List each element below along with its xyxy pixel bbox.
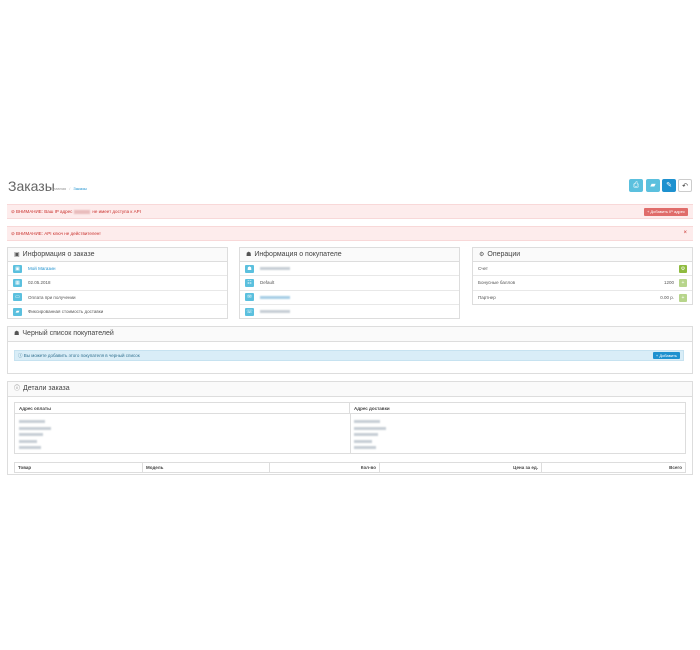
group-icon: ☷ <box>245 279 254 288</box>
customer-info-header: ☗ Информация о покупателе <box>240 248 459 262</box>
blacklist-info-text: ⓘ Вы можете добавить этого покупателя в … <box>18 353 140 358</box>
shipping-method-row: ▰ Фиксированная стоимость доставки <box>8 305 227 319</box>
cog-icon: ⚙ <box>479 252 485 258</box>
ip-warning-alert: ⊘ ВНИМАНИЕ: Ваш IP адрес не имеет доступа… <box>7 204 693 219</box>
address-divider <box>350 414 351 454</box>
print-icon: ⎙ <box>633 182 639 189</box>
breadcrumb-home[interactable]: Главная <box>51 186 66 191</box>
order-info-header: ▣ Информация о заказе <box>8 248 227 262</box>
envelope-icon: ✉ <box>245 293 254 302</box>
address-table: Адрес оплаты Адрес доставки <box>14 402 686 454</box>
order-details-title: Детали заказа <box>23 385 70 392</box>
breadcrumb-separator: / <box>69 186 71 191</box>
api-warning-alert: ⊘ ВНИМАНИЕ: API ключ не действителен! × <box>7 226 693 241</box>
page-title: Заказы <box>8 178 55 194</box>
generate-invoice-button[interactable]: ⚙ <box>679 265 687 273</box>
blacklist-title: Черный список покупателей <box>22 330 114 337</box>
customer-group: Default <box>260 280 275 286</box>
add-ip-button[interactable]: + Добавить IP адрес <box>643 208 688 216</box>
store-link[interactable]: Мой Магазин <box>28 266 55 271</box>
operations-title: Операции <box>487 251 521 258</box>
api-warning-text: ⊘ ВНИМАНИЕ: API ключ не действителен! <box>11 231 101 236</box>
phone-icon: ☏ <box>245 307 254 316</box>
calendar-icon: ▦ <box>13 279 22 288</box>
shipping-address-header: Адрес доставки <box>350 403 685 414</box>
shipping-address-redacted <box>354 420 386 453</box>
customer-name-row: ☗ <box>240 262 459 277</box>
reward-points-label: Бонусные баллов <box>478 280 516 286</box>
credit-card-icon: ▭ <box>13 293 22 302</box>
truck-icon: ▰ <box>13 307 22 316</box>
column-model: Модель <box>143 463 270 472</box>
info-circle-icon: ⓘ <box>14 386 21 392</box>
affiliate-label: Партнер <box>478 294 496 300</box>
add-reward-button[interactable]: + <box>679 279 687 288</box>
breadcrumb: Главная / Заказы <box>51 186 87 191</box>
customer-info-title: Информация о покупателе <box>254 251 342 258</box>
cart-icon: ▣ <box>14 252 20 258</box>
plus-icon: + <box>681 280 685 287</box>
operations-header: ⚙ Операции <box>473 248 692 262</box>
close-icon[interactable]: × <box>683 227 687 240</box>
shipping-method: Фиксированная стоимость доставки <box>28 308 104 314</box>
print-shipping-button[interactable]: ▰ <box>646 179 660 192</box>
column-unit-price: Цена за ед. <box>380 463 542 472</box>
payment-method-row: ▭ Оплата при получении <box>8 291 227 305</box>
print-invoice-button[interactable]: ⎙ <box>629 179 643 192</box>
edit-button[interactable]: ✎ <box>662 179 676 192</box>
blacklist-info: ⓘ Вы можете добавить этого покупателя в … <box>14 350 684 361</box>
customer-email-row: ✉ <box>240 291 459 305</box>
products-table-header: Товар Модель Кол-во Цена за ед. Всего <box>14 462 686 473</box>
blacklist-add-button[interactable]: + Добавить <box>652 352 680 359</box>
reply-icon: ↶ <box>682 183 688 190</box>
customer-phone-redacted <box>260 310 290 314</box>
pencil-icon: ✎ <box>666 182 672 189</box>
customer-name-redacted <box>260 267 290 271</box>
order-date: 02.05.2018 <box>28 280 51 286</box>
user-icon: ☗ <box>245 264 254 273</box>
order-info-title: Информация о заказе <box>22 251 95 258</box>
order-details-header: ⓘ Детали заказа <box>8 382 692 397</box>
customer-info-panel: ☗ Информация о покупателе ☗ ☷ Default ✉ ☏ <box>239 247 460 319</box>
user-plus-icon: ☗ <box>14 331 20 337</box>
truck-icon: ▰ <box>650 182 656 189</box>
customer-group-row: ☷ Default <box>240 276 459 291</box>
operations-panel: ⚙ Операции Счет ⚙ Бонусные баллов 1200 + Пар… <box>472 247 693 305</box>
reward-points-value: 1200 <box>663 280 674 286</box>
shopping-cart-icon: ▣ <box>13 264 22 273</box>
invoice-label: Счет <box>478 266 488 271</box>
affiliate-value: 0.00 р. <box>660 294 674 300</box>
ip-warning-prefix: ⊘ ВНИМАНИЕ: Ваш IP адрес <box>11 209 73 214</box>
back-button[interactable]: ↶ <box>678 179 692 192</box>
order-store-row: ▣ Мой Магазин <box>8 262 227 277</box>
column-quantity: Кол-во <box>270 463 380 472</box>
ip-address-redacted <box>74 209 91 214</box>
blacklist-header: ☗ Черный список покупателей <box>8 327 692 342</box>
customer-phone-row: ☏ <box>240 305 459 319</box>
cog-icon: ⚙ <box>680 266 686 272</box>
reward-points-row: Бонусные баллов 1200 + <box>473 276 692 291</box>
order-info-panel: ▣ Информация о заказе ▣ Мой Магазин ▦ 02.05… <box>7 247 228 319</box>
payment-method: Оплата при получении <box>28 294 76 300</box>
order-date-row: ▦ 02.05.2018 <box>8 276 227 291</box>
add-commission-button[interactable]: + <box>679 293 687 302</box>
breadcrumb-orders[interactable]: Заказы <box>73 186 86 191</box>
column-total: Всего <box>669 465 682 470</box>
affiliate-row: Партнер 0.00 р. + <box>473 291 692 305</box>
user-icon: ☗ <box>246 252 252 258</box>
column-product: Товар <box>15 463 143 472</box>
payment-address-redacted <box>19 420 51 453</box>
invoice-row: Счет ⚙ <box>473 262 692 277</box>
customer-email-redacted[interactable] <box>260 295 290 299</box>
ip-warning-suffix: не имеет доступа к API <box>92 209 141 214</box>
plus-icon: + <box>681 294 685 301</box>
payment-address-header: Адрес оплаты <box>15 403 350 414</box>
